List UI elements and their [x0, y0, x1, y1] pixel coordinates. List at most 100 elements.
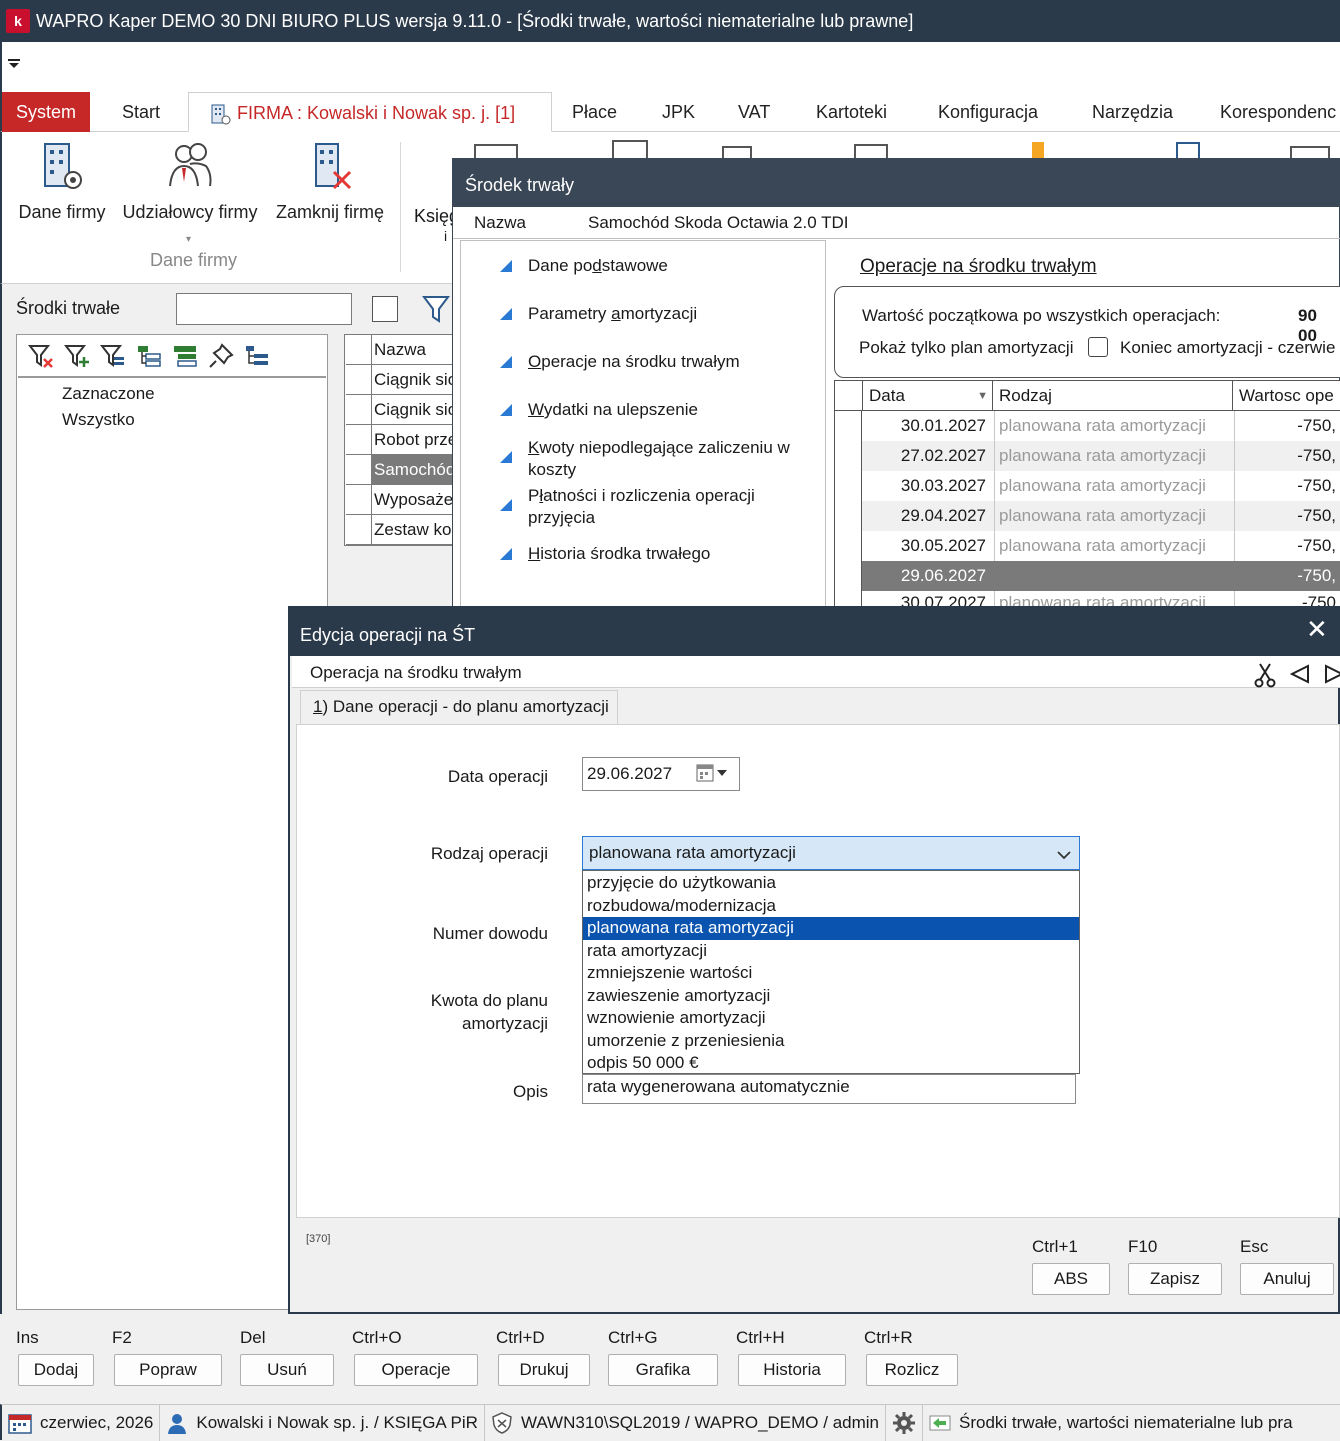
- dropdown-option[interactable]: umorzenie z przeniesienia: [583, 1030, 1079, 1053]
- table-row-selected[interactable]: Samochód: [346, 455, 464, 485]
- tab-narzedzia[interactable]: Narzędzia: [1092, 92, 1173, 132]
- historia-button[interactable]: Historia: [738, 1354, 846, 1386]
- usun-button[interactable]: Usuń: [240, 1354, 334, 1386]
- table-row[interactable]: Ciągnik sio: [346, 395, 464, 425]
- tab-jpk[interactable]: JPK: [662, 92, 695, 132]
- tab-system[interactable]: System: [2, 92, 90, 132]
- tree-expand-icon[interactable]: [136, 343, 162, 369]
- rodzaj-operacji-select[interactable]: planowana rata amortyzacji: [582, 836, 1080, 870]
- shortcut-abs: Ctrl+1: [1032, 1237, 1078, 1256]
- ribbon-doc-icon[interactable]: [612, 140, 648, 158]
- dropdown-option[interactable]: odpis 50 000 €: [583, 1052, 1079, 1075]
- ribbon-chart-icon[interactable]: [1032, 142, 1044, 158]
- tab-start[interactable]: Start: [122, 92, 160, 132]
- nav-dane-podstawowe[interactable]: Dane podstawowe: [500, 256, 668, 276]
- grafika-button[interactable]: Grafika: [608, 1354, 718, 1386]
- tab-dane-operacji[interactable]: 1) Dane operacji - do planu amortyzacji: [300, 690, 618, 724]
- tab-firma[interactable]: FIRMA : Kowalski i Nowak sp. j. [1]: [188, 92, 552, 132]
- table-row[interactable]: 30.05.2027 planowana rata amortyzacji -750…: [836, 531, 1340, 561]
- status-settings[interactable]: [886, 1404, 923, 1441]
- table-row[interactable]: Wyposaże: [346, 485, 464, 515]
- tab-konfiguracja[interactable]: Konfiguracja: [938, 92, 1038, 132]
- table-row[interactable]: 29.04.2027 planowana rata amortyzacji -750…: [836, 501, 1340, 531]
- tab-place[interactable]: Płace: [572, 92, 617, 132]
- drukuj-button[interactable]: Drukuj: [498, 1354, 590, 1386]
- ribbon-folder-icon[interactable]: [722, 146, 752, 158]
- status-server[interactable]: WAWN310\SQL2019 / WAPRO_DEMO / admin: [485, 1404, 886, 1441]
- anuluj-button[interactable]: Anuluj: [1240, 1263, 1334, 1295]
- ribbon-report-icon[interactable]: [854, 144, 888, 158]
- popraw-button[interactable]: Popraw: [114, 1354, 222, 1386]
- close-icon[interactable]: ✕: [1306, 614, 1328, 645]
- next-arrow-icon[interactable]: [1324, 664, 1340, 689]
- filter-icon[interactable]: [422, 294, 450, 329]
- scissors-icon[interactable]: [1254, 662, 1276, 693]
- dropdown-option[interactable]: zmniejszenie wartości: [583, 962, 1079, 985]
- nav-parametry-amortyzacji[interactable]: Parametry amortyzacji: [500, 304, 697, 324]
- add-filter-icon[interactable]: [64, 343, 90, 369]
- table-row-selected[interactable]: 29.06.2027 -750,: [836, 561, 1340, 591]
- prev-arrow-icon[interactable]: [1289, 664, 1310, 689]
- zapisz-button[interactable]: Zapisz: [1128, 1263, 1222, 1295]
- table-row[interactable]: 30.03.2027 planowana rata amortyzacji -750…: [836, 471, 1340, 501]
- tree-list-icon[interactable]: [244, 343, 270, 369]
- nav-arrow-icon: [500, 356, 512, 368]
- nav-operacje[interactable]: Operacje na środku trwałym: [500, 352, 740, 372]
- col-rodzaj[interactable]: Rodzaj: [993, 381, 1233, 411]
- table-row[interactable]: Zestaw ko: [346, 515, 464, 545]
- plan-amortyzacji-label: Pokaż tylko plan amortyzacji: [859, 338, 1074, 357]
- dropdown-option[interactable]: rozbudowa/modernizacja: [583, 895, 1079, 918]
- tree-collapse-icon[interactable]: [172, 343, 198, 369]
- company-settings-icon: [44, 143, 82, 189]
- ribbon-dropdown-icon[interactable]: ▾: [186, 234, 191, 245]
- shortcut-popraw: F2: [112, 1328, 132, 1347]
- col-data[interactable]: Data ▼: [863, 381, 993, 411]
- table-row[interactable]: Ciągnik sio: [346, 365, 464, 395]
- ribbon-network-icon[interactable]: [1176, 142, 1200, 158]
- dodaj-button[interactable]: Dodaj: [18, 1354, 94, 1386]
- plan-amortyzacji-checkbox[interactable]: [1088, 337, 1108, 357]
- clear-filter-icon[interactable]: [28, 343, 54, 369]
- filter-list-icon[interactable]: [100, 343, 126, 369]
- status-company[interactable]: Kowalski i Nowak sp. j. / KSIĘGA PiR: [160, 1404, 485, 1441]
- calendar-icon[interactable]: [696, 764, 727, 782]
- tab-kartoteki[interactable]: Kartoteki: [816, 92, 887, 132]
- ribbon-book-icon[interactable]: [474, 144, 518, 158]
- nav-arrow-icon: [500, 451, 512, 463]
- table-row[interactable]: Robot prze: [346, 425, 464, 455]
- udzialowcy-button[interactable]: Udziałowcy firmy: [116, 140, 264, 223]
- status-module[interactable]: Środki trwałe, wartości niematerialne lu…: [923, 1405, 1299, 1441]
- dropdown-option[interactable]: wznowienie amortyzacji: [583, 1007, 1079, 1030]
- dropdown-option[interactable]: przyjęcie do użytkowania: [583, 872, 1079, 895]
- opis-field[interactable]: rata wygenerowana automatycznie: [582, 1074, 1076, 1104]
- filter-checkbox[interactable]: [372, 296, 398, 322]
- search-input[interactable]: [176, 293, 352, 325]
- nav-historia[interactable]: Historia środka trwałego: [500, 544, 710, 564]
- dropdown-option-selected[interactable]: planowana rata amortyzacji: [583, 917, 1079, 940]
- tree-item-zaznaczone[interactable]: Zaznaczone: [62, 384, 155, 404]
- chevron-down-icon[interactable]: [1056, 846, 1072, 866]
- ribbon-archive-icon[interactable]: [1290, 146, 1330, 158]
- table-row[interactable]: 27.02.2027 planowana rata amortyzacji -750…: [836, 441, 1340, 471]
- rozlicz-button[interactable]: Rozlicz: [866, 1354, 958, 1386]
- nav-kwoty[interactable]: Kwoty niepodlegające zaliczeniu w koszty: [500, 437, 790, 481]
- zamknij-firme-button[interactable]: Zamknij firmę: [270, 140, 390, 223]
- abs-button[interactable]: ABS: [1032, 1263, 1110, 1295]
- dropdown-option[interactable]: rata amortyzacji: [583, 940, 1079, 963]
- assets-col-nazwa[interactable]: Nazwa: [374, 340, 426, 359]
- tab-vat[interactable]: VAT: [738, 92, 770, 132]
- col-wartosc[interactable]: Wartosc ope: [1233, 381, 1340, 411]
- quick-access-dropdown-icon[interactable]: [8, 56, 20, 72]
- dropdown-option[interactable]: zawieszenie amortyzacji: [583, 985, 1079, 1008]
- nav-platnosci[interactable]: Płatności i rozliczenia operacji przyjęci…: [500, 485, 755, 529]
- tab-korespondencja[interactable]: Korespondenc: [1220, 92, 1340, 132]
- shortcut-usun: Del: [240, 1328, 266, 1347]
- tree-item-wszystko[interactable]: Wszystko: [62, 410, 135, 430]
- operacje-button[interactable]: Operacje: [354, 1354, 478, 1386]
- table-row[interactable]: 30.07.2027 planowana rata amortyzacji -750: [836, 591, 1340, 607]
- table-row[interactable]: 30.01.2027 planowana rata amortyzacji -750…: [836, 411, 1340, 441]
- dane-firmy-button[interactable]: Dane firmy: [14, 140, 110, 223]
- status-date[interactable]: czerwiec, 2026: [2, 1404, 161, 1441]
- nav-wydatki[interactable]: Wydatki na ulepszenie: [500, 400, 698, 420]
- pin-icon[interactable]: [208, 343, 234, 369]
